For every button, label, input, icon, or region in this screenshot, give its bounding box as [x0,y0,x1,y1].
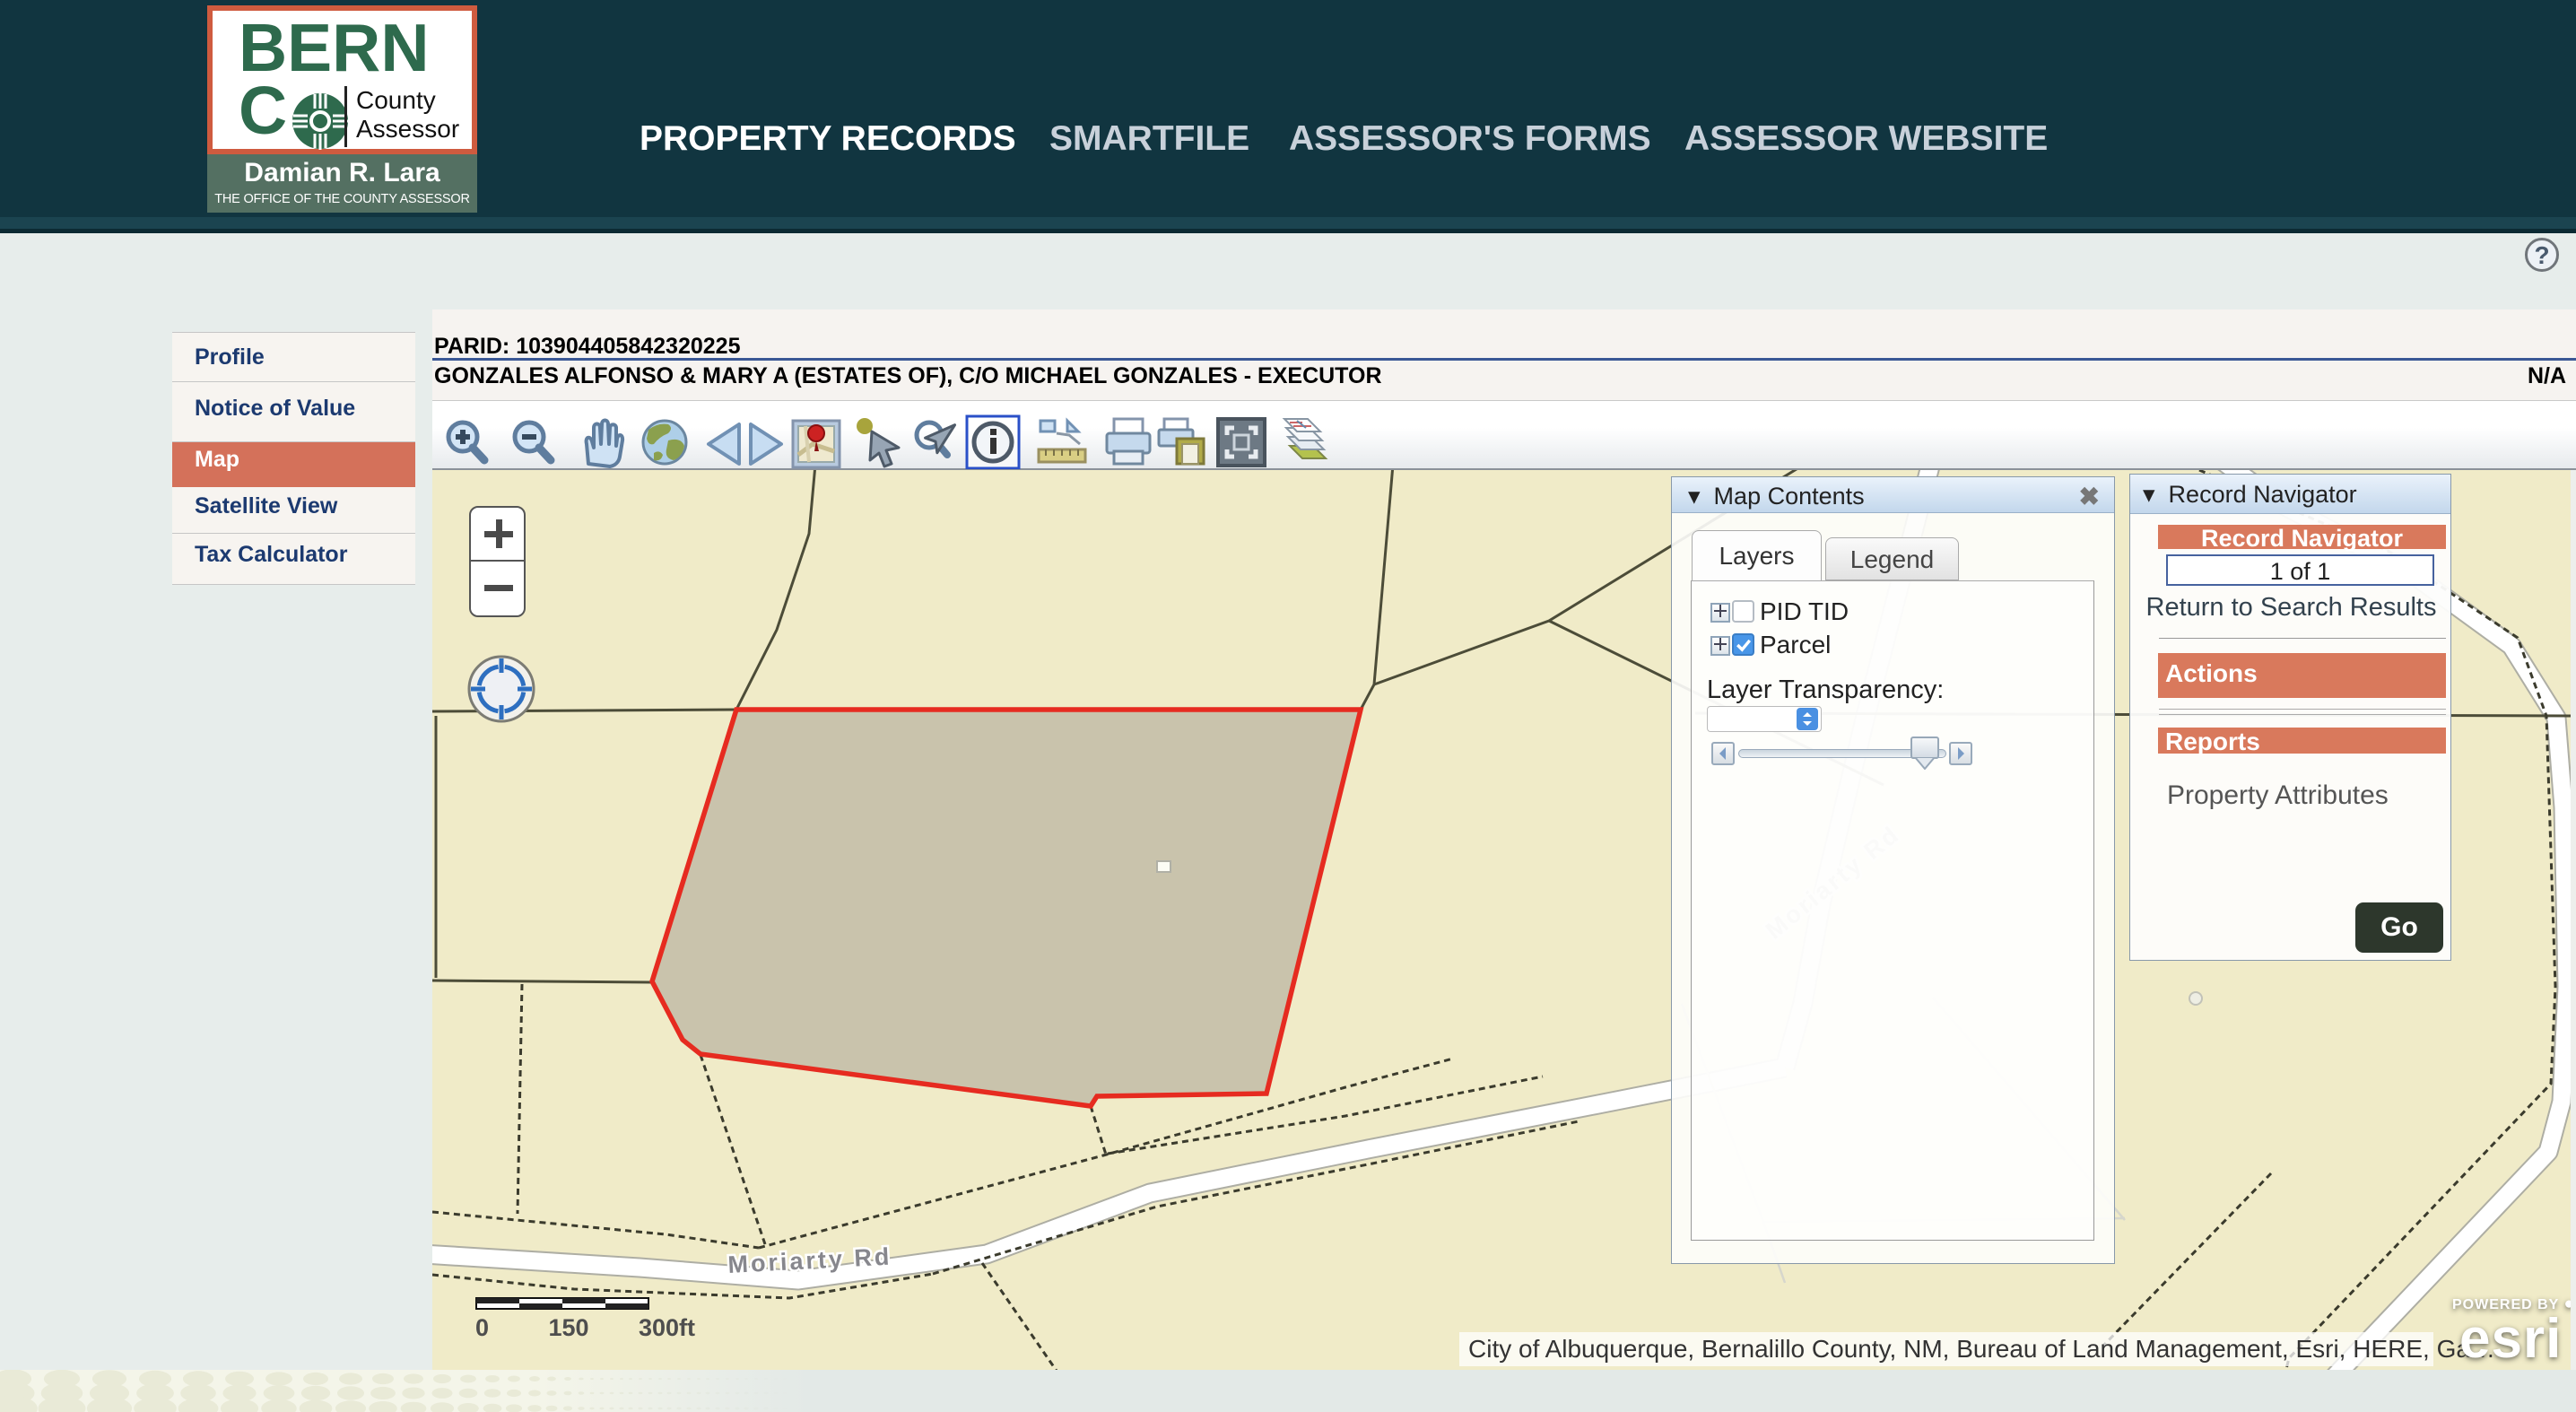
svg-text:0: 0 [475,1314,489,1341]
svg-text:150: 150 [548,1314,588,1341]
svg-text:300ft: 300ft [639,1314,695,1341]
